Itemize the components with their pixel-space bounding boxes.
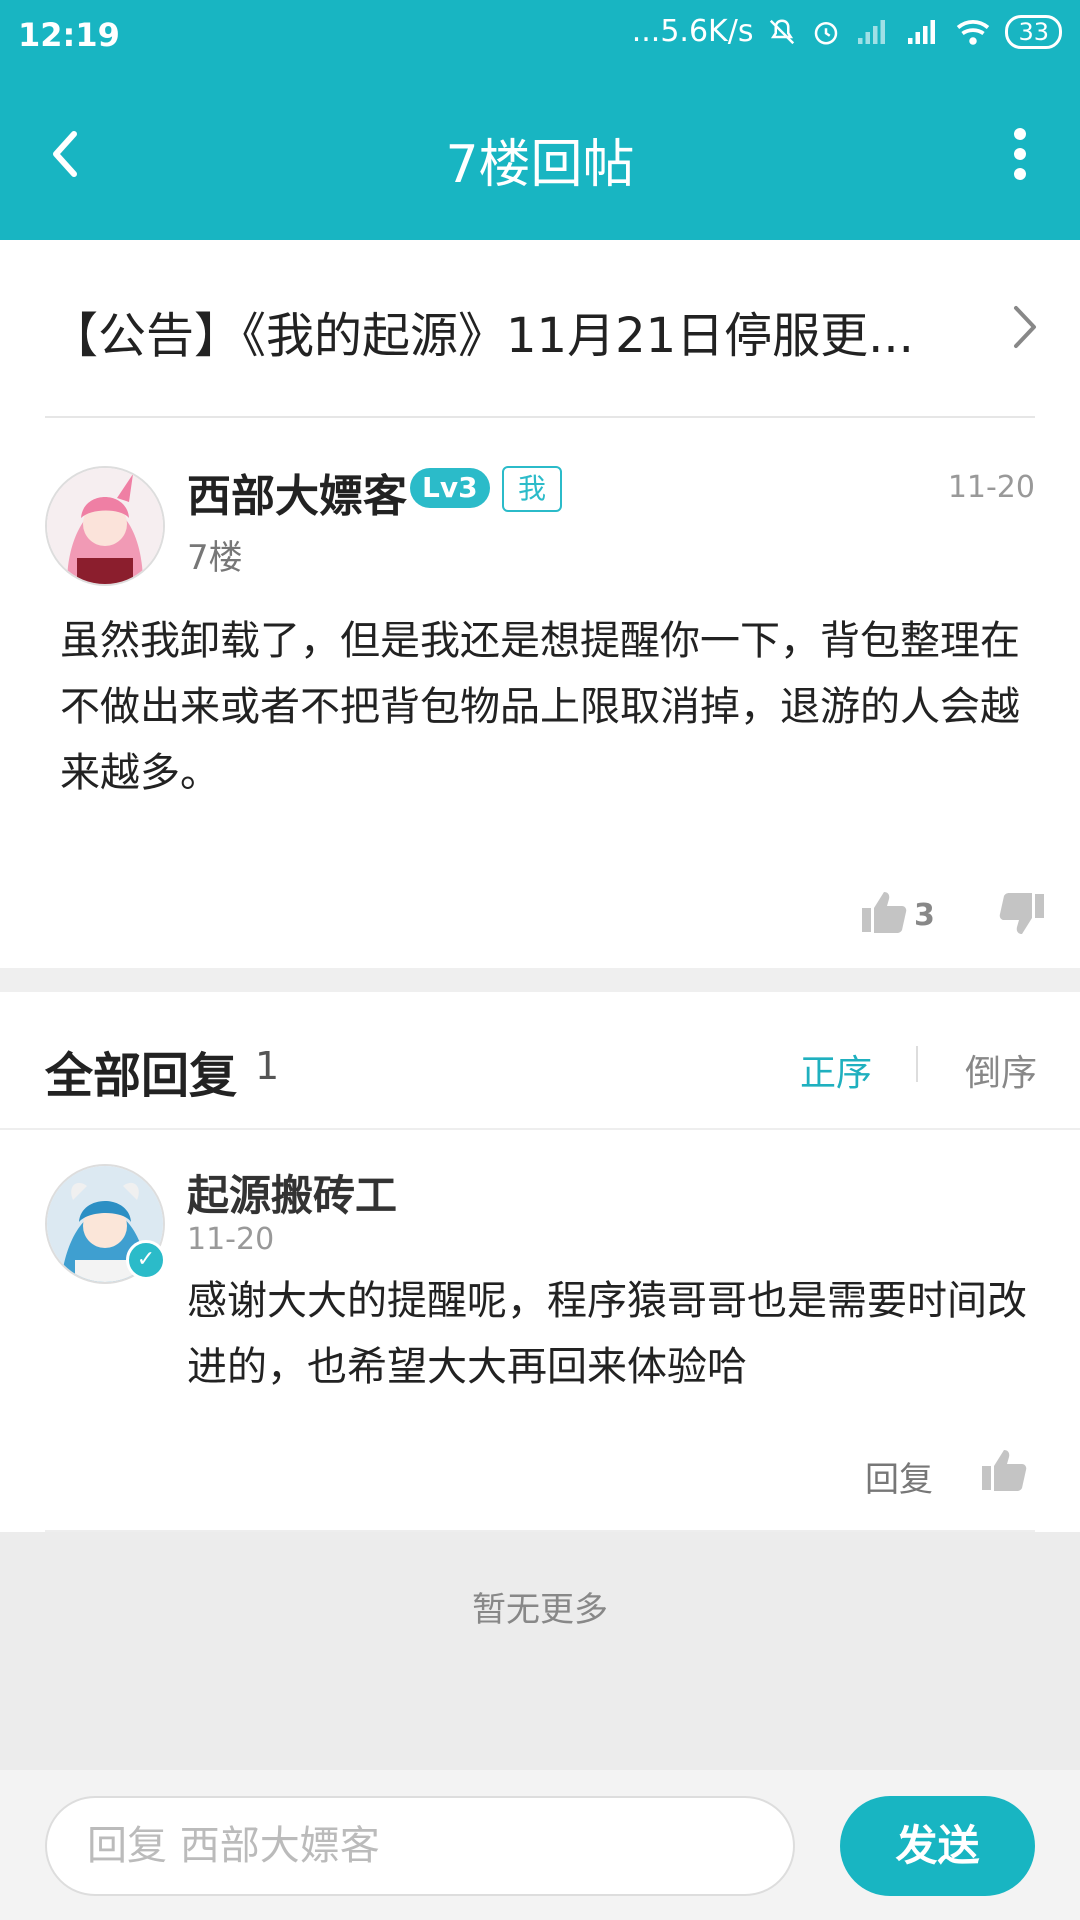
network-speed: ...5.6K/s bbox=[631, 14, 754, 49]
chevron-right-icon bbox=[1014, 306, 1036, 348]
replies-header: 全部回复 1 正序 倒序 bbox=[0, 992, 1080, 1128]
more-vertical-icon[interactable] bbox=[1000, 124, 1040, 184]
self-badge: 我 bbox=[502, 466, 562, 512]
reply-button[interactable]: 回复 bbox=[865, 1452, 933, 1501]
sort-separator bbox=[916, 1046, 918, 1082]
notice-text: 【公告】《我的起源》11月21日停服更... bbox=[50, 308, 914, 364]
post-date: 11-20 bbox=[947, 470, 1035, 505]
alarm-icon bbox=[815, 21, 838, 44]
app-bar: 7楼回帖 bbox=[0, 72, 1080, 240]
reply-item: ✓ 起源搬砖工 11-20 感谢大大的提醒呢，程序猿哥哥也是需要时间改进的，也希… bbox=[0, 1130, 1080, 1530]
sort-ascending-button[interactable]: 正序 bbox=[800, 1044, 872, 1096]
post-username[interactable]: 西部大嫖客 bbox=[187, 460, 407, 524]
replies-title: 全部回复 bbox=[45, 1048, 238, 1104]
thumbs-down-icon[interactable] bbox=[998, 890, 1046, 938]
battery-icon: 33 bbox=[1005, 14, 1062, 49]
no-more-text: 暂无更多 bbox=[472, 1590, 608, 1630]
verified-check-icon: ✓ bbox=[126, 1240, 166, 1280]
reply-date: 11-20 bbox=[187, 1222, 275, 1257]
thumbs-up-icon[interactable] bbox=[980, 1446, 1028, 1494]
post-content: 虽然我卸载了，但是我还是想提醒你一下，背包整理在不做出来或者不把背包物品上限取消… bbox=[60, 618, 1020, 796]
level-badge: Lv3 bbox=[410, 468, 490, 508]
signal-icon bbox=[908, 19, 936, 44]
floor-post: 西部大嫖客 Lv3 我 7楼 11-20 虽然我卸载了，但是我还是想提醒你一下，… bbox=[0, 418, 1080, 968]
mute-bell-icon bbox=[770, 18, 795, 44]
notice-banner[interactable]: 【公告】《我的起源》11月21日停服更... bbox=[0, 240, 1080, 416]
status-icons: ...5.6K/s 33 bbox=[632, 14, 1062, 49]
thumbs-up-icon[interactable] bbox=[860, 888, 908, 936]
list-footer: 暂无更多 bbox=[0, 1532, 1080, 1770]
wifi-icon bbox=[957, 19, 990, 45]
send-button[interactable]: 发送 bbox=[840, 1796, 1035, 1896]
reply-input[interactable]: 回复 西部大嫖客 bbox=[45, 1796, 795, 1896]
like-count: 3 bbox=[914, 898, 935, 933]
reply-content: 感谢大大的提醒呢，程序猿哥哥也是需要时间改进的，也希望大大再回来体验哈 bbox=[187, 1278, 1027, 1390]
page-title: 7楼回帖 bbox=[445, 135, 635, 195]
signal-weak-icon bbox=[858, 19, 886, 44]
section-gap bbox=[0, 968, 1080, 992]
status-bar: 12:19 ...5.6K/s 33 bbox=[0, 0, 1080, 72]
floor-number: 7楼 bbox=[187, 538, 243, 578]
reply-username[interactable]: 起源搬砖工 bbox=[187, 1162, 397, 1223]
reply-bar: 回复 西部大嫖客 发送 bbox=[0, 1770, 1080, 1920]
sort-descending-button[interactable]: 倒序 bbox=[965, 1044, 1037, 1096]
status-time: 12:19 bbox=[18, 16, 120, 54]
replies-count: 1 bbox=[255, 1044, 280, 1088]
avatar[interactable] bbox=[45, 466, 165, 586]
avatar-image bbox=[47, 468, 163, 584]
